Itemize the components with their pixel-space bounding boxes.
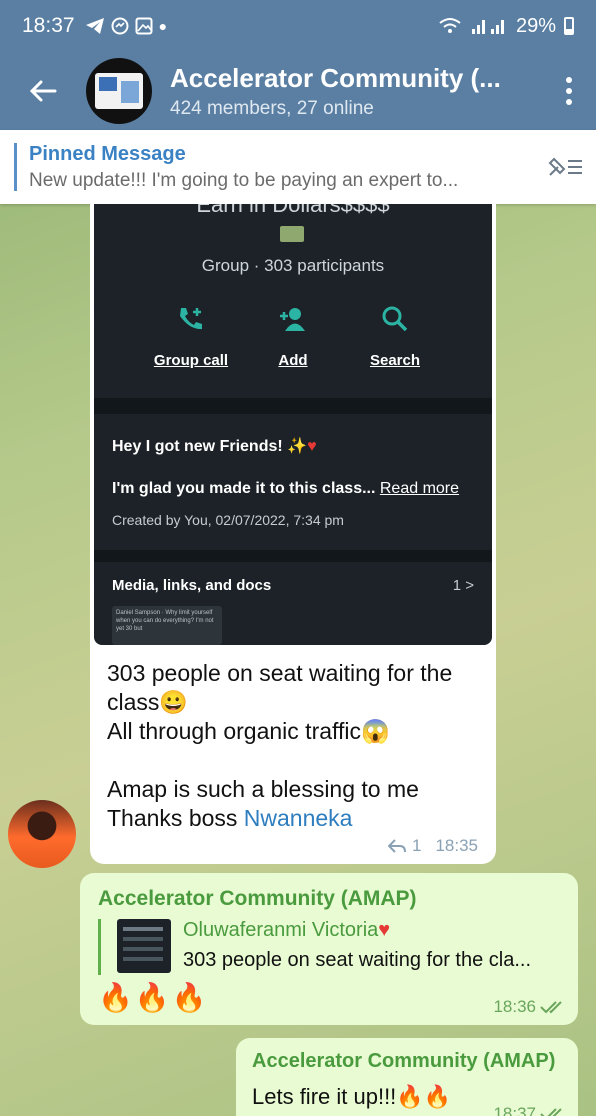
message-time: 18:36 [493, 997, 536, 1016]
reply-count[interactable]: 1 [412, 836, 421, 856]
sender-name: Accelerator Community (AMAP) [98, 887, 417, 910]
quoted-message[interactable]: Oluwaferanmi Victoria♥ 303 people on sea… [98, 919, 564, 975]
pinned-text: New update!!! I'm going to be paying an … [29, 169, 459, 191]
outgoing-reply-bubble[interactable]: Accelerator Community (AMAP) Oluwaferanm… [80, 873, 578, 1025]
message-text: 303 people on seat waiting for the class… [107, 660, 453, 831]
money-emoji-icon [280, 226, 304, 242]
phone-add-icon [180, 308, 202, 330]
screenshot-divider [94, 398, 492, 414]
pinned-message-bar[interactable]: Pinned Message New update!!! I'm going t… [0, 130, 596, 204]
screenshot-media-count: 1 > [452, 577, 474, 594]
search-icon [382, 306, 408, 332]
quoted-sender: Oluwaferanmi Victoria♥ [183, 919, 391, 941]
more-notifications-dot-icon: ● [158, 18, 168, 34]
quoted-text: 303 people on seat waiting for the cla..… [183, 949, 532, 971]
status-time: 18:37 [22, 14, 75, 37]
shared-screenshot[interactable]: Earn in Dollars$$$$ Group · 303 particip… [94, 204, 492, 645]
battery-level: 29% [515, 14, 556, 37]
dot-icon [566, 99, 572, 105]
outgoing-message-bubble[interactable]: Accelerator Community (AMAP) Lets fire i… [236, 1038, 578, 1116]
heart-icon: ♥ [307, 438, 317, 455]
message-meta: 1 18:35 [387, 836, 478, 856]
sender-avatar[interactable] [8, 800, 76, 868]
person-add-icon [280, 308, 305, 331]
sender-name: Accelerator Community (AMAP) [252, 1050, 556, 1072]
screenshot-group-call: Group call [146, 304, 236, 369]
screenshot-divider [94, 550, 492, 562]
reply-icon [387, 839, 406, 853]
screenshot-actions: Group call Add Search [94, 304, 492, 369]
wifi-icon [439, 18, 461, 33]
screenshot-group-info: Group · 303 participants [201, 256, 385, 275]
pinned-indicator [14, 143, 17, 191]
chat-title-area[interactable]: Accelerator Community (... 424 members, … [170, 63, 542, 120]
back-arrow-icon [29, 80, 57, 102]
message-time: 18:35 [435, 836, 478, 855]
quoted-thumbnail [117, 919, 171, 973]
screenshot-media-label: Media, links, and docs [112, 577, 272, 594]
message-time: 18:37 [493, 1104, 536, 1116]
screenshot-search: Search [350, 304, 440, 369]
member-count: 424 members, 27 online [170, 97, 374, 119]
pinned-list-button[interactable] [536, 153, 596, 181]
pinned-title: Pinned Message [29, 142, 186, 165]
sparkle-icon: ✨ [287, 438, 308, 455]
signal-icon [471, 20, 504, 34]
status-right: 29% [438, 15, 574, 38]
incoming-message-bubble[interactable]: Earn in Dollars$$$$ Group · 303 particip… [90, 204, 496, 864]
mention-link[interactable]: Nwanneka [244, 805, 353, 831]
dot-icon [566, 88, 572, 94]
notification-icons: ● [85, 17, 167, 35]
group-avatar[interactable] [86, 58, 152, 124]
more-options-button[interactable] [542, 77, 596, 105]
status-bar: 18:37 ● 29% [0, 0, 596, 52]
screenshot-media-thumb: Daniel Sampson · Why limit yourself when… [112, 606, 222, 645]
screenshot-cut-title: Earn in Dollars$$$$ [196, 204, 390, 217]
message-meta: 18:37 [493, 1104, 566, 1116]
double-check-icon [540, 1001, 562, 1014]
pin-list-icon [548, 157, 582, 176]
chat-title: Accelerator Community (... [170, 62, 501, 93]
dot-icon [566, 77, 572, 83]
screenshot-description-title: Hey I got new Friends! ✨♥ [112, 438, 317, 455]
message-meta: 18:36 [493, 997, 566, 1017]
fire-emojis: 🔥🔥🔥 [98, 982, 209, 1013]
messenger-notification-icon [111, 17, 129, 35]
telegram-notification-icon [85, 18, 104, 34]
gallery-notification-icon [135, 17, 153, 35]
chat-header: Accelerator Community (... 424 members, … [0, 52, 596, 130]
screenshot-created: Created by You, 02/07/2022, 7:34 pm [112, 512, 344, 528]
screenshot-description: I'm glad you made it to this class... Re… [112, 480, 460, 497]
message-text: Lets fire it up!!!🔥🔥 [252, 1084, 452, 1109]
heart-icon: ♥ [378, 919, 391, 941]
battery-icon [564, 17, 574, 35]
back-button[interactable] [0, 52, 86, 130]
screenshot-add: Add [248, 304, 338, 369]
double-check-icon [540, 1108, 562, 1116]
